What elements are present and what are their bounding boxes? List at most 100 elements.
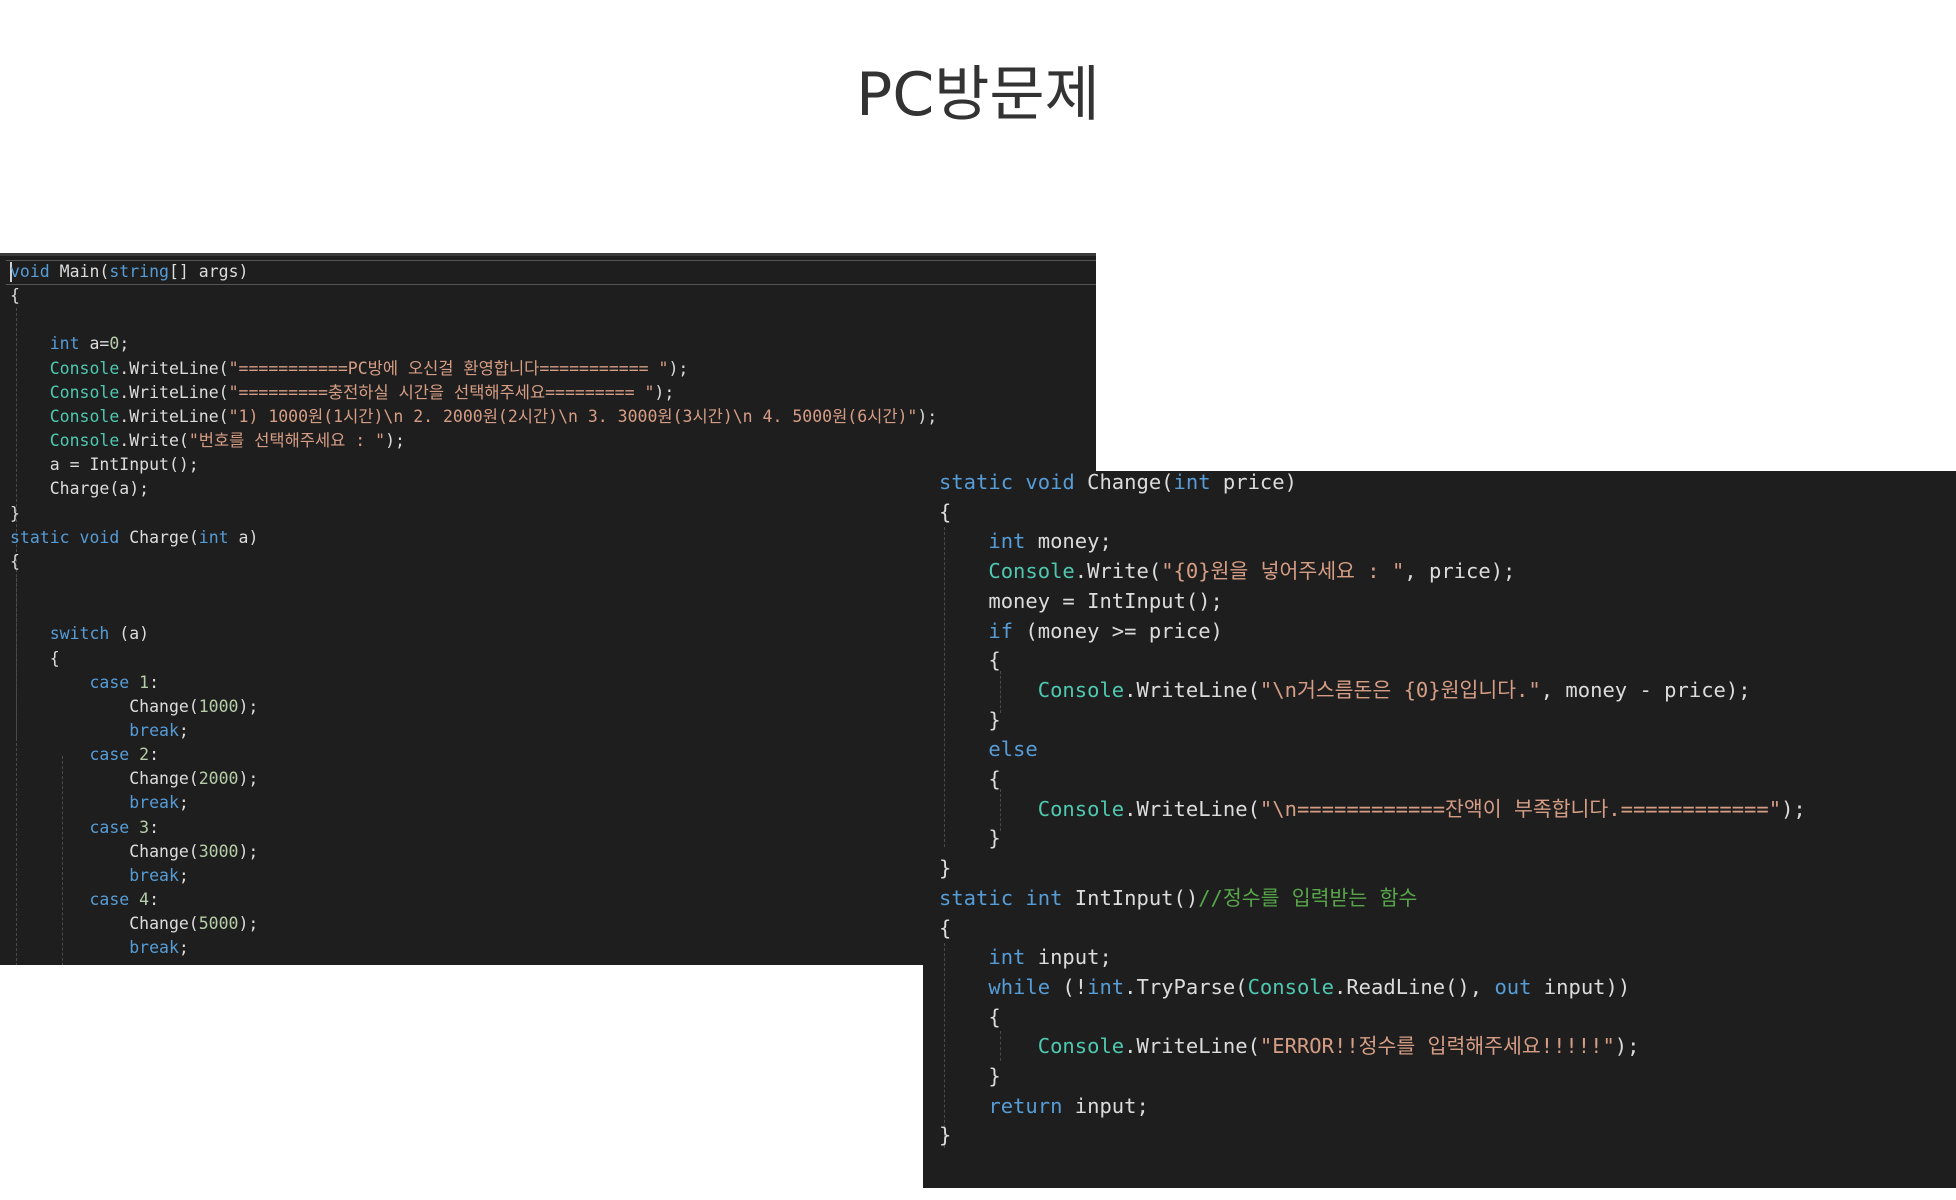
code-line: Charge(a); <box>10 477 937 501</box>
code-token: : <box>149 745 160 765</box>
code-token: a) <box>228 527 259 547</box>
code-token: case <box>89 745 130 765</box>
code-line: int money; <box>939 527 1806 557</box>
code-token: Console <box>1037 677 1125 702</box>
code-token: ; <box>178 865 189 885</box>
code-line: Console.WriteLine("=========충전하실 시간을 선택해… <box>10 381 937 405</box>
code-token: Main( <box>49 262 110 281</box>
code-token: ; <box>178 938 189 958</box>
code-line: } <box>939 1062 1806 1092</box>
code-token: "\n============잔액이 부족합니다.============" <box>1259 796 1782 821</box>
code-line: int input; <box>939 943 1806 973</box>
code-line: { <box>939 765 1806 795</box>
code-token: .ReadLine(), <box>1333 974 1495 999</box>
code-line: } <box>10 961 937 965</box>
code-token: while <box>988 974 1051 999</box>
code-token: } <box>10 503 20 523</box>
code-token: 3000 <box>198 841 239 861</box>
code-token: money; <box>1025 529 1112 554</box>
code-line: static void Charge(int a) <box>10 526 937 550</box>
code-token: "ERROR!!정수를 입력해주세요!!!!!" <box>1259 1034 1615 1059</box>
code-token: Change( <box>10 841 199 861</box>
code-line: case 3: <box>10 816 937 840</box>
code-token: int <box>1173 471 1211 494</box>
code-line: Change(1000); <box>10 695 937 719</box>
code-token: 1 <box>139 672 150 692</box>
code-token: Console <box>1247 974 1334 999</box>
code-token: { <box>10 286 20 306</box>
code-line: break; <box>10 791 937 815</box>
code-token: ); <box>238 696 259 716</box>
code-line: case 4: <box>10 888 937 912</box>
code-line: { <box>939 914 1806 944</box>
code-token: int <box>1025 885 1063 910</box>
code-token: } <box>10 963 60 965</box>
code-token: Change( <box>10 769 199 789</box>
code-line: { <box>10 284 937 308</box>
code-token: Console <box>49 358 120 378</box>
code-token: , money - price); <box>1540 677 1751 702</box>
code-token: ); <box>238 914 259 934</box>
code-token: ; <box>178 720 189 740</box>
code-token: } <box>939 1123 952 1148</box>
code-token: .WriteLine( <box>119 358 229 378</box>
code-block-left: void Main(string[] args){ int a=0; Conso… <box>10 260 937 965</box>
code-line: break; <box>10 864 937 888</box>
code-line: money = IntInput(); <box>939 587 1806 617</box>
code-token: } <box>939 826 1001 851</box>
code-line: case 2: <box>10 743 937 767</box>
code-token: 2 <box>139 745 150 765</box>
code-line: { <box>10 647 937 671</box>
code-line: break; <box>10 719 937 743</box>
code-line: } <box>939 1121 1806 1151</box>
code-token: break <box>129 938 179 958</box>
code-line: { <box>10 550 937 574</box>
code-token: (! <box>1050 974 1088 999</box>
code-token: Console <box>988 559 1075 584</box>
code-token: break <box>129 720 179 740</box>
code-line: case 1: <box>10 671 937 695</box>
code-token: ; <box>119 334 130 354</box>
code-line: a = IntInput(); <box>10 453 937 477</box>
code-token: IntInput() <box>1062 885 1199 910</box>
code-token: .Write( <box>1074 559 1162 584</box>
code-token: static <box>939 885 1014 910</box>
code-token: ); <box>1781 796 1806 821</box>
code-line: Console.Write("{0}원을 넣어주세요 : ", price); <box>939 557 1806 587</box>
code-token: 5000 <box>198 914 239 934</box>
code-token: Charge( <box>119 527 199 547</box>
code-token: 2000 <box>198 769 239 789</box>
code-line: static int IntInput()//정수를 입력받는 함수 <box>939 884 1806 914</box>
code-line: } <box>10 502 937 526</box>
code-token: } <box>939 707 1001 732</box>
code-line: Console.WriteLine("ERROR!!정수를 입력해주세요!!!!… <box>939 1032 1806 1062</box>
code-token: ); <box>654 382 675 402</box>
code-line: { <box>939 498 1806 528</box>
code-token: .WriteLine( <box>119 382 229 402</box>
code-token: money = IntInput(); <box>939 588 1223 613</box>
code-token: void <box>1025 471 1075 494</box>
code-token: return <box>988 1093 1063 1118</box>
code-token: ); <box>668 358 689 378</box>
code-token: .WriteLine( <box>1124 1034 1260 1059</box>
code-token: switch <box>49 624 110 644</box>
code-line: Change(5000); <box>10 912 937 936</box>
code-token: 0 <box>109 334 120 354</box>
code-line: Console.WriteLine("1) 1000원(1시간)\n 2. 20… <box>10 405 938 429</box>
code-token: { <box>939 648 1001 673</box>
